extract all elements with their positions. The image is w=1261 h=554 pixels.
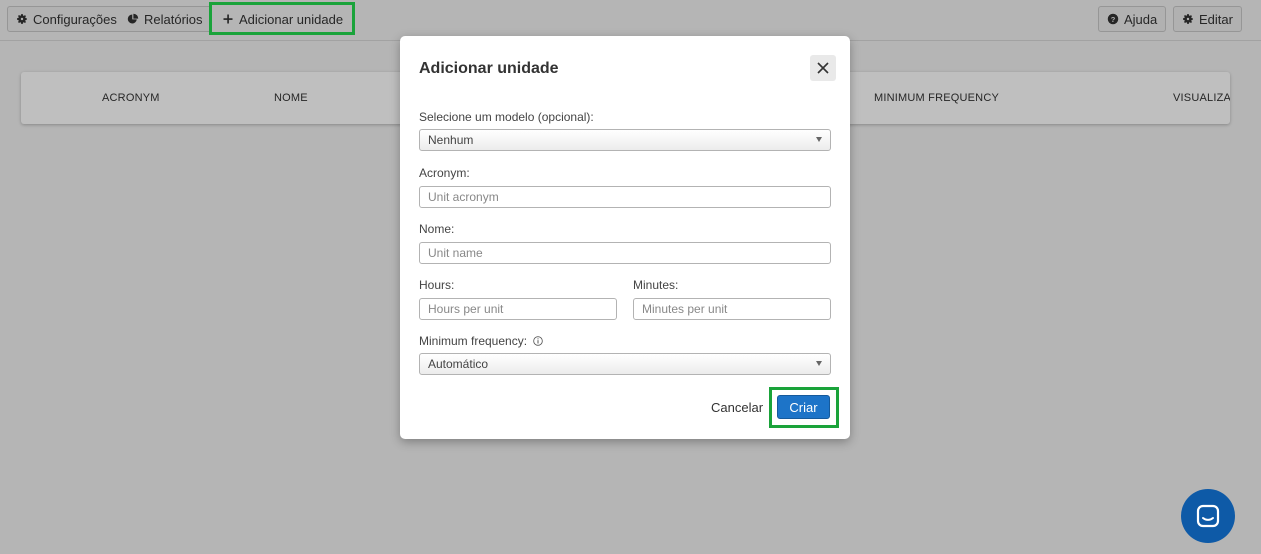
model-select-value: Nenhum [428, 133, 474, 147]
min-frequency-select[interactable]: Automático [419, 353, 831, 375]
chat-icon [1196, 504, 1220, 528]
name-input[interactable] [419, 242, 831, 264]
close-button[interactable] [810, 55, 836, 81]
close-icon [817, 62, 829, 74]
model-select[interactable]: Nenhum [419, 129, 831, 151]
minutes-label: Minutes: [633, 278, 679, 292]
chat-launcher-button[interactable] [1181, 489, 1235, 543]
acronym-label: Acronym: [419, 166, 470, 180]
hours-label: Hours: [419, 278, 455, 292]
cancel-button[interactable]: Cancelar [711, 400, 763, 415]
min-frequency-label: Minimum frequency: [419, 334, 544, 348]
caret-down-icon [816, 361, 822, 366]
minutes-input[interactable] [633, 298, 831, 320]
name-label: Nome: [419, 222, 455, 236]
hours-input[interactable] [419, 298, 617, 320]
min-frequency-select-value: Automático [428, 357, 489, 371]
min-frequency-label-text: Minimum frequency: [419, 334, 528, 348]
modal-title: Adicionar unidade [419, 60, 559, 77]
acronym-input[interactable] [419, 186, 831, 208]
caret-down-icon [816, 137, 822, 142]
add-unit-modal: Adicionar unidade Selecione um modelo (o… [400, 36, 850, 439]
create-button[interactable]: Criar [777, 395, 830, 419]
model-label: Selecione um modelo (opcional): [419, 110, 594, 124]
info-icon[interactable] [533, 336, 544, 346]
